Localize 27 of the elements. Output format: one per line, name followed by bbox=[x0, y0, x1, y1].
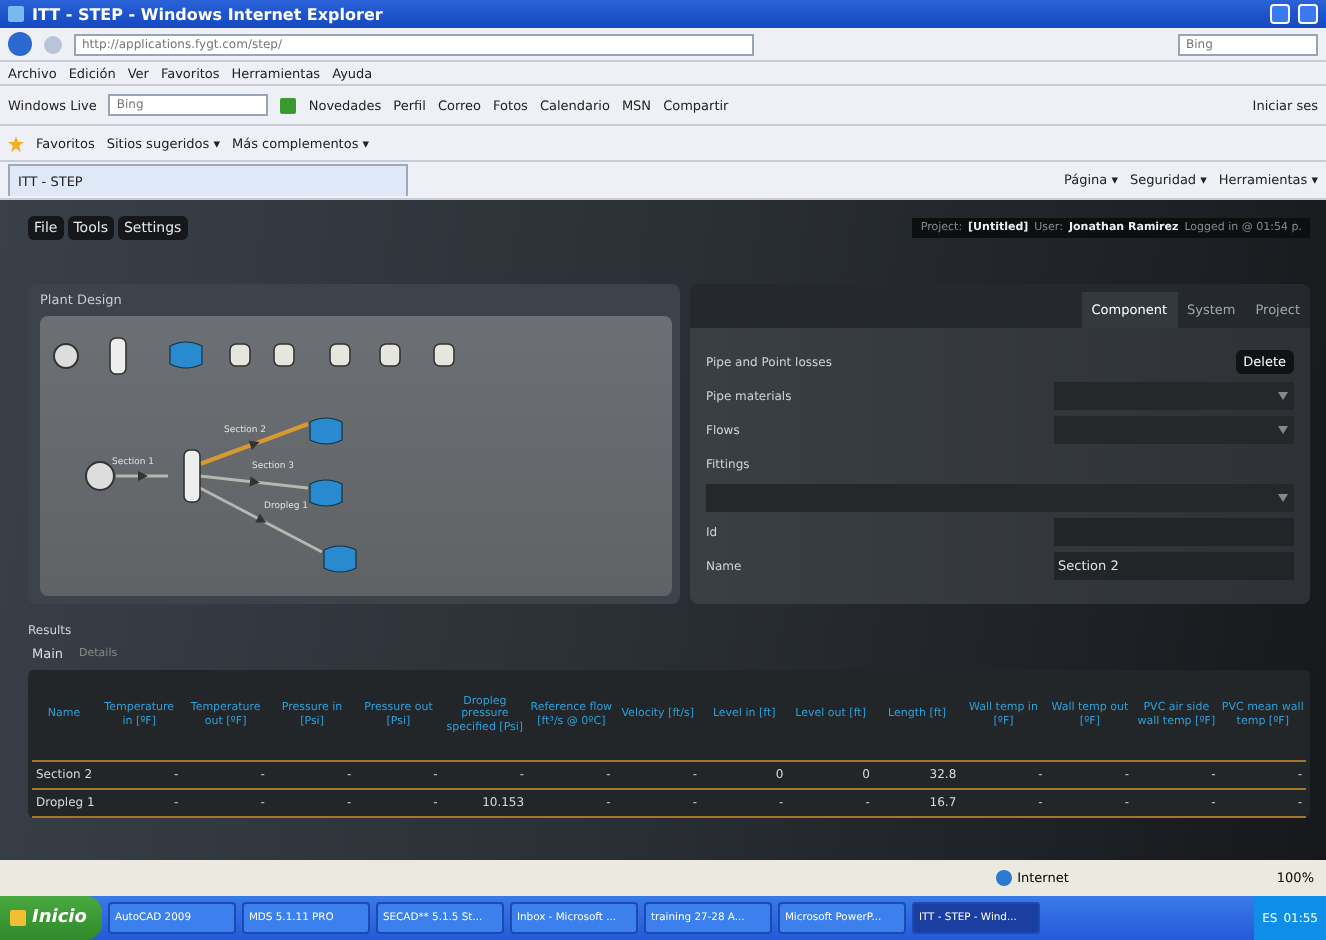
tank-icon bbox=[169, 341, 203, 369]
back-button[interactable] bbox=[8, 32, 32, 56]
component-icon[interactable] bbox=[273, 343, 295, 367]
component-icon[interactable] bbox=[329, 343, 351, 367]
component-icon[interactable] bbox=[229, 343, 251, 367]
tank-icon bbox=[323, 545, 357, 573]
browser-icon bbox=[8, 6, 24, 22]
tank-icon bbox=[309, 417, 343, 445]
vessel-icon[interactable] bbox=[183, 449, 201, 503]
caret-icon bbox=[1278, 426, 1288, 434]
windows-logo-icon bbox=[10, 910, 26, 926]
pump-icon[interactable] bbox=[53, 343, 79, 369]
maximize-button[interactable] bbox=[1298, 4, 1318, 24]
caret-icon bbox=[1278, 392, 1288, 400]
minimize-button[interactable] bbox=[1270, 4, 1290, 24]
pipe-connector[interactable] bbox=[199, 474, 309, 490]
pipe-connector[interactable] bbox=[116, 471, 168, 481]
tank-icon bbox=[309, 479, 343, 507]
window-title: ITT - STEP - Windows Internet Explorer bbox=[32, 5, 383, 23]
component-icon[interactable] bbox=[379, 343, 401, 367]
start-button[interactable]: Inicio bbox=[0, 896, 103, 940]
component-icon[interactable] bbox=[433, 343, 455, 367]
search-go-button[interactable] bbox=[280, 97, 297, 113]
vessel-icon[interactable] bbox=[109, 337, 127, 375]
caret-icon bbox=[1278, 494, 1288, 502]
pump-icon[interactable] bbox=[85, 461, 115, 491]
star-icon bbox=[8, 135, 24, 151]
